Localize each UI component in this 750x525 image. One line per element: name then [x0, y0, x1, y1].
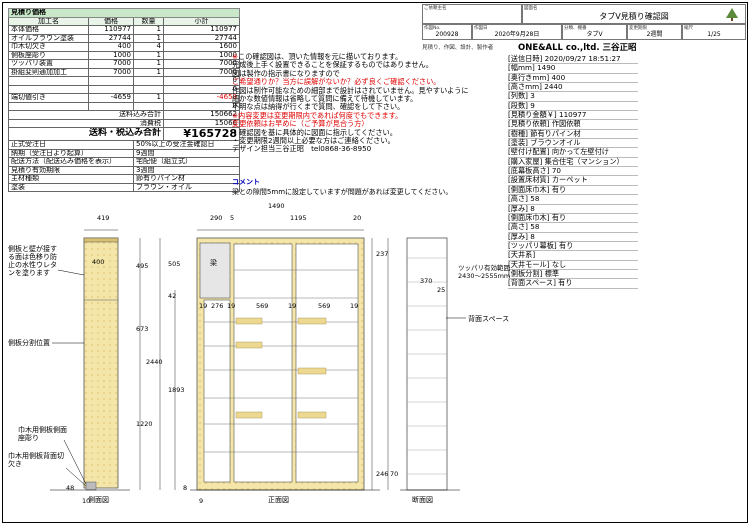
tension-range-value: 2430～2555mm [458, 272, 511, 280]
dim-text: 10 [82, 497, 91, 505]
dim-text: 237 [376, 250, 389, 258]
dim-text: 673 [136, 325, 149, 333]
dim-text: 370 [420, 277, 433, 285]
dim-text: 19 [288, 302, 297, 310]
dim-text: 1893 [168, 386, 185, 394]
beam-label: 梁 [210, 259, 217, 267]
dim-text: 19 [350, 302, 359, 310]
dim-text: 1490 [268, 202, 285, 210]
dim-text: 5 [230, 214, 235, 222]
dim-text: 400 [92, 258, 105, 266]
side-note-label: 側板と壁が接する面は色移り防止の水性ウレタンを塗ります [8, 245, 57, 277]
dim-text: 246 [376, 470, 389, 478]
dim-text: 9 [199, 497, 204, 505]
dim-text: 276 [211, 302, 224, 310]
cad-drawing [50, 229, 466, 491]
dim-text: 19 [199, 302, 208, 310]
dim-text: 569 [256, 302, 269, 310]
dim-text: 1220 [136, 420, 153, 428]
dim-text: 19 [227, 302, 236, 310]
dim-text: 505 [168, 260, 181, 268]
dim-text: 48 [66, 484, 75, 492]
side-panel [83, 237, 119, 489]
section-view-title: 断面図 [412, 496, 433, 504]
baseboard-label: 巾木用側板側面座彫り [18, 426, 67, 442]
back-space-label: 背面スペース [468, 315, 510, 323]
cut-label: 巾木用側板背面切欠き [8, 452, 64, 468]
dim-text: 495 [136, 262, 149, 270]
dim-text: 569 [318, 302, 331, 310]
beam-box [199, 242, 231, 299]
front-view-title: 正面図 [268, 496, 289, 504]
dim-text: 2440 [146, 358, 163, 366]
dim-text: 1195 [290, 214, 307, 222]
dim-text: 25 [437, 286, 446, 294]
section-outline [406, 237, 448, 491]
side-view-title: 側面図 [88, 496, 109, 504]
dim-text: 20 [353, 214, 362, 222]
dim-text: 290 [210, 214, 223, 222]
dim-text: 419 [97, 214, 110, 222]
dim-text: 42 [168, 292, 177, 300]
dim-text: 8 [183, 484, 188, 492]
split-label: 側板分割位置 [8, 339, 50, 347]
dim-text: 70 [390, 470, 399, 478]
